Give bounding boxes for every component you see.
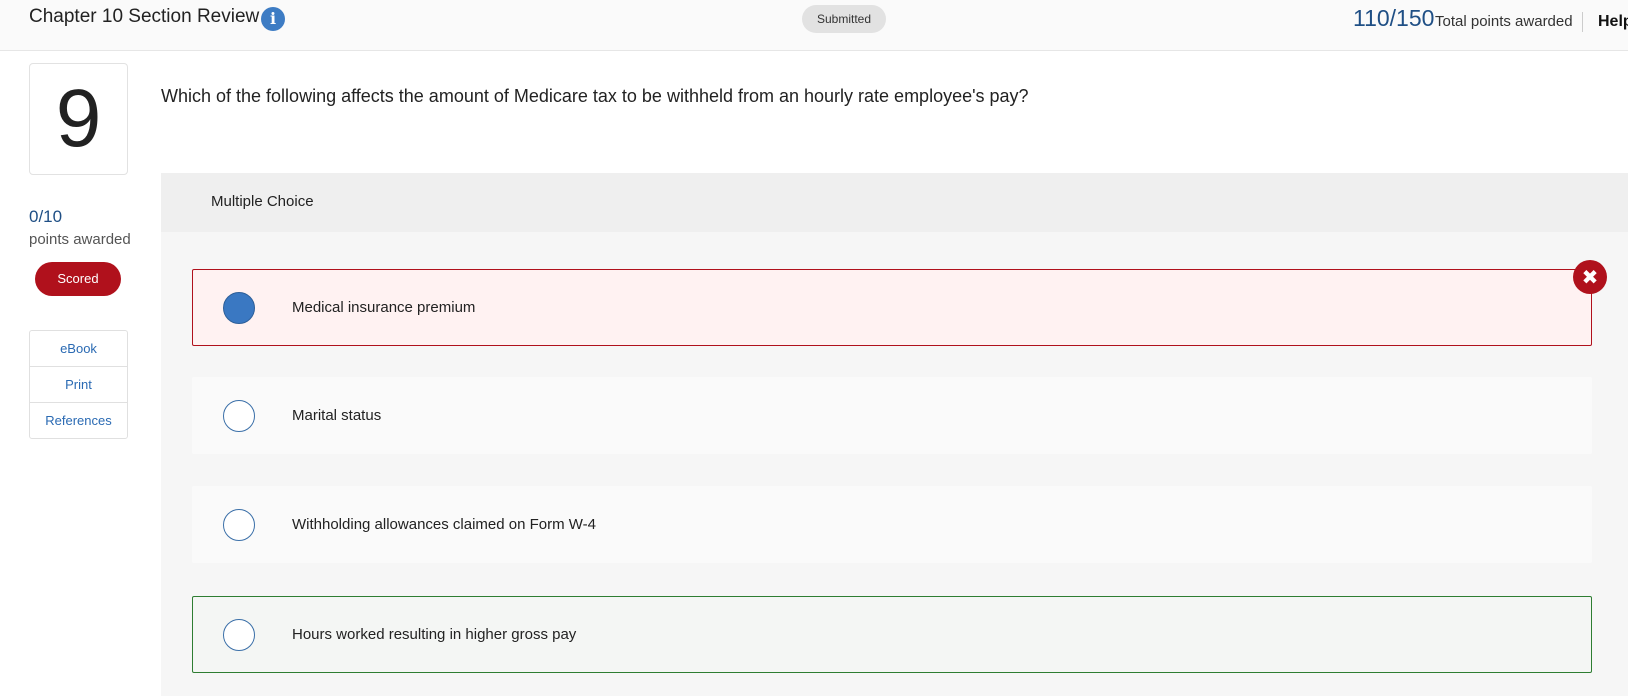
help-link[interactable]: Help <box>1598 13 1628 31</box>
answer-option-label: Withholding allowances claimed on Form W… <box>292 516 597 533</box>
info-icon[interactable]: i <box>261 7 285 31</box>
assignment-title: Chapter 10 Section Review <box>29 6 260 27</box>
references-link[interactable]: References <box>30 403 127 438</box>
total-points-score: 110/150 <box>1353 5 1435 31</box>
answer-option-label: Medical insurance premium <box>292 299 476 316</box>
header-divider <box>1582 12 1583 32</box>
answer-panel: Multiple Choice Medical insurance premiu… <box>161 173 1628 696</box>
answer-option-2[interactable]: Marital status <box>192 377 1592 454</box>
answer-option-1[interactable]: Medical insurance premium <box>192 269 1592 346</box>
answer-option-4[interactable]: Hours worked resulting in higher gross p… <box>192 596 1592 673</box>
question-number: 9 <box>55 73 102 164</box>
question-type-header: Multiple Choice <box>161 173 1628 232</box>
answer-option-3[interactable]: Withholding allowances claimed on Form W… <box>192 486 1592 563</box>
total-points-label: Total points awarded <box>1435 13 1573 30</box>
question-text: Which of the following affects the amoun… <box>161 86 1029 106</box>
answer-option-label: Hours worked resulting in higher gross p… <box>292 626 577 643</box>
close-circle-icon: ✖ <box>1573 260 1607 294</box>
question-type-label: Multiple Choice <box>211 193 314 210</box>
answer-option-label: Marital status <box>292 407 382 424</box>
question-number-box: 9 <box>29 63 128 175</box>
question-points-score: 0/10 <box>29 207 63 226</box>
radio-button[interactable] <box>223 400 255 432</box>
question-points-label: points awarded <box>29 231 131 248</box>
resource-links: eBook Print References <box>29 330 128 439</box>
ebook-link[interactable]: eBook <box>30 331 127 367</box>
scored-badge: Scored <box>35 262 121 296</box>
submitted-badge: Submitted <box>802 5 886 33</box>
print-link[interactable]: Print <box>30 367 127 403</box>
radio-button[interactable] <box>223 509 255 541</box>
top-bar: Chapter 10 Section Review i Submitted 11… <box>0 0 1628 51</box>
radio-button[interactable] <box>223 292 255 324</box>
radio-button[interactable] <box>223 619 255 651</box>
